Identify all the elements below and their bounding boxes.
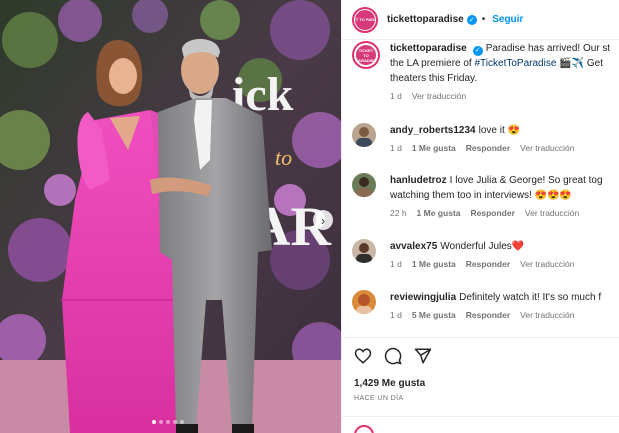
author-username[interactable]: tickettoparadise	[387, 14, 464, 25]
comment-likes[interactable]: 1 Me gusta	[412, 143, 456, 153]
caption-line2-suffix: 🎬✈️ Get	[556, 58, 603, 69]
add-comment-bar[interactable]	[342, 416, 619, 433]
see-translation-link[interactable]: Ver traducción	[520, 310, 574, 320]
reply-button[interactable]: Responder	[470, 208, 514, 218]
caption-meta: 1 d Ver traducción	[390, 91, 610, 101]
comment-text: andy_roberts1234 love it 😍	[390, 123, 575, 138]
hashtag-link[interactable]: #TicketToParadise	[475, 58, 557, 69]
comment-meta: 1 d 1 Me gusta Responder Ver traducción	[390, 259, 575, 269]
person-avatar-icon	[356, 127, 372, 147]
verified-badge-icon: ✓	[472, 45, 483, 56]
caption-text: tickettoparadise ✓ Paradise has arrived! O…	[390, 41, 610, 86]
comment-time: 1 d	[390, 143, 402, 153]
comment-meta: 22 h 1 Me gusta Responder Ver traducción	[390, 208, 603, 218]
svg-text:to: to	[275, 145, 292, 170]
see-translation-link[interactable]: Ver traducción	[525, 208, 579, 218]
carousel-next-button[interactable]: ›	[313, 210, 333, 230]
carousel-dot	[152, 420, 156, 424]
carousel-dot	[159, 420, 163, 424]
comments-list[interactable]: TICKET TO PARADISE tickettoparadise ✓ Para…	[342, 40, 619, 337]
comment-item: andy_roberts1234 love it 😍 1 d 1 Me gusta…	[352, 123, 619, 153]
post-photo[interactable]: ick to AR ›	[0, 0, 341, 433]
commenter-avatar[interactable]	[352, 123, 376, 147]
comment-icon[interactable]	[384, 347, 402, 365]
comment-likes[interactable]: 5 Me gusta	[412, 310, 456, 320]
comment-username[interactable]: reviewingjulia	[390, 292, 456, 303]
carousel-dots	[152, 420, 184, 424]
see-translation-link[interactable]: Ver traducción	[520, 143, 574, 153]
heart-icon[interactable]	[354, 347, 372, 365]
separator-dot: •	[481, 14, 486, 25]
post-timestamp: HACE UN DÍA	[354, 395, 404, 402]
verified-badge-icon: ✓	[466, 14, 477, 25]
carousel-dot	[166, 420, 170, 424]
commenter-avatar[interactable]	[352, 173, 376, 197]
brand-logo: TICKET TO PARADISE	[354, 9, 376, 30]
caption-line3: theaters this Friday.	[390, 73, 478, 84]
likes-count[interactable]: 1,429 Me gusta	[354, 378, 608, 389]
comment-meta: 1 d 5 Me gusta Responder Ver traducción	[390, 310, 601, 320]
post-details-panel: TICKET TO PARADISE tickettoparadise ✓ • …	[341, 0, 619, 433]
post-caption: TICKET TO PARADISE tickettoparadise ✓ Para…	[352, 41, 619, 101]
person-avatar-icon	[356, 243, 372, 263]
comment-body: love it 😍	[478, 125, 520, 136]
commenter-avatar[interactable]	[352, 239, 376, 263]
reply-button[interactable]: Responder	[466, 310, 510, 320]
comment-text: hanludetroz I love Julia & George! So gre…	[390, 173, 603, 203]
comment-item: avvalex75 Wonderful Jules❤️ 1 d 1 Me gust…	[352, 239, 619, 269]
post-header: TICKET TO PARADISE tickettoparadise ✓ • …	[342, 0, 619, 40]
caption-time: 1 d	[390, 91, 402, 101]
comment-body: Wonderful Jules❤️	[440, 241, 525, 252]
comment-time: 22 h	[390, 208, 407, 218]
person-avatar-icon	[356, 294, 372, 314]
follow-button[interactable]: Seguir	[492, 14, 523, 25]
comment-time: 1 d	[390, 310, 402, 320]
see-translation-link[interactable]: Ver traducción	[520, 259, 574, 269]
comment-item: reviewingjulia Definitely watch it! It's …	[352, 290, 619, 320]
post-actions: 1,429 Me gusta HACE UN DÍA	[342, 337, 619, 402]
comment-username[interactable]: avvalex75	[390, 241, 437, 252]
comment-likes[interactable]: 1 Me gusta	[417, 208, 461, 218]
comment-username[interactable]: andy_roberts1234	[390, 125, 476, 136]
current-user-avatar	[354, 425, 374, 433]
comment-likes[interactable]: 1 Me gusta	[412, 259, 456, 269]
comment-text: avvalex75 Wonderful Jules❤️	[390, 239, 575, 254]
action-icons	[354, 346, 608, 366]
commenter-avatar[interactable]	[352, 290, 376, 314]
caption-line1: Paradise has arrived! Our st	[485, 43, 611, 54]
carousel-dot	[173, 420, 177, 424]
comment-item: hanludetroz I love Julia & George! So gre…	[352, 173, 619, 218]
comment-body: I love Julia & George! So great tog	[449, 175, 603, 186]
author-avatar[interactable]: TICKET TO PARADISE	[352, 6, 378, 33]
comment-time: 1 d	[390, 259, 402, 269]
caption-line2-prefix: the LA premiere of	[390, 58, 475, 69]
caption-username[interactable]: tickettoparadise	[390, 43, 467, 54]
comment-text: reviewingjulia Definitely watch it! It's …	[390, 290, 601, 305]
comment-meta: 1 d 1 Me gusta Responder Ver traducción	[390, 143, 575, 153]
person-avatar-icon	[356, 177, 372, 197]
brand-logo: TICKET TO PARADISE	[356, 45, 376, 65]
comment-body: Definitely watch it! It's so much f	[459, 292, 602, 303]
see-translation-link[interactable]: Ver traducción	[412, 91, 466, 101]
share-icon[interactable]	[414, 347, 432, 365]
reply-button[interactable]: Responder	[466, 259, 510, 269]
caption-author-avatar[interactable]: TICKET TO PARADISE	[352, 41, 380, 69]
comment-body-line2: watching them too in interviews! 😍😍😍	[390, 190, 572, 201]
reply-button[interactable]: Responder	[466, 143, 510, 153]
comment-username[interactable]: hanludetroz	[390, 175, 447, 186]
carousel-dot	[180, 420, 184, 424]
premiere-photo: ick to AR	[0, 0, 341, 433]
